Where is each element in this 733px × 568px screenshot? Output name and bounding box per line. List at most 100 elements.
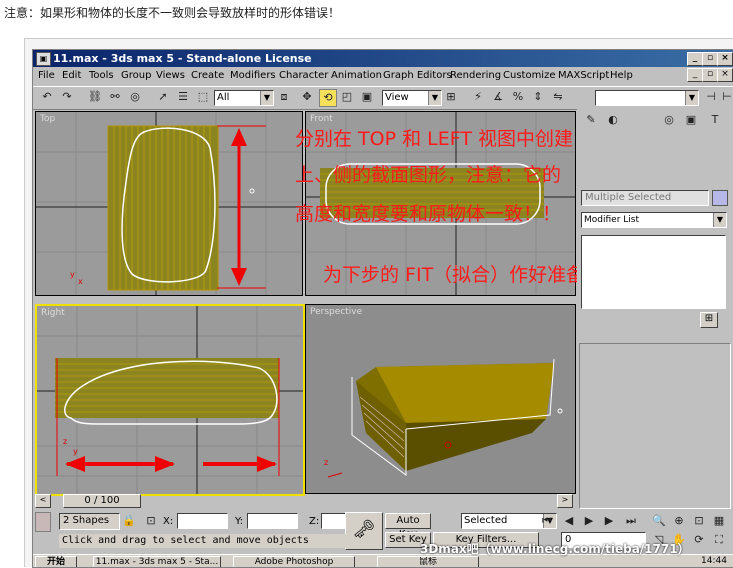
menu-rendering[interactable]: Rendering <box>450 70 501 81</box>
viewport-right[interactable]: z y Right <box>35 304 305 496</box>
modifier-list-label: Modifier List <box>584 215 639 225</box>
x-coord-field[interactable] <box>177 513 228 529</box>
redo-icon[interactable]: ↷ <box>59 89 75 105</box>
reference-coord-dropdown[interactable]: View ▼ <box>382 90 442 106</box>
minimize-button[interactable]: _ <box>687 52 703 66</box>
menu-create[interactable]: Create <box>191 70 224 81</box>
lock-icon[interactable]: 🔒 <box>121 513 137 529</box>
y-coord-field[interactable] <box>247 513 298 529</box>
bind-space-warp-icon[interactable]: ◎ <box>127 89 143 105</box>
region-select-icon[interactable]: ⬚ <box>195 89 211 105</box>
menu-views[interactable]: Views <box>156 70 185 81</box>
right-viewport-canvas: z y <box>37 306 303 494</box>
x-label: X: <box>163 516 174 527</box>
viewport-label-top[interactable]: Top <box>40 114 55 124</box>
menu-graph-editors[interactable]: Graph Editors <box>383 70 452 81</box>
rollout-area <box>579 343 731 509</box>
link-icon[interactable]: ⛓ <box>87 89 103 105</box>
mirror-icon[interactable]: ⇋ <box>550 89 566 105</box>
3ds-max-icon[interactable]: ▣ <box>36 52 51 66</box>
angle-snap-icon[interactable]: ∡ <box>490 89 506 105</box>
undo-icon[interactable]: ↶ <box>39 89 55 105</box>
chevron-down-icon: ▼ <box>685 91 698 105</box>
menu-maxscript[interactable]: MAXScript <box>558 70 609 81</box>
time-slider[interactable]: 0 / 100 <box>63 494 141 508</box>
unlink-icon[interactable]: ⚯ <box>107 89 123 105</box>
window-crossing-icon[interactable]: ⧈ <box>276 89 292 105</box>
title-bar[interactable]: ▣ 11.max - 3ds max 5 - Stand-alone Licen… <box>33 50 733 67</box>
go-to-start-icon[interactable]: ⏮ <box>539 513 555 529</box>
start-button[interactable]: 开始 <box>35 556 77 567</box>
maximize-button[interactable]: ▫ <box>702 52 718 66</box>
viewport-label-perspective[interactable]: Perspective <box>310 307 362 317</box>
chevron-down-icon: ▼ <box>260 91 273 105</box>
select-scale-icon[interactable]: ◰ <box>339 89 355 105</box>
play-icon[interactable]: ▶ <box>581 513 597 529</box>
command-panel: ✎ ◐ ◎ ▣ T Multiple Selected Modifier Lis… <box>577 109 733 509</box>
zoom-extents-icon[interactable]: ⊡ <box>691 513 707 529</box>
previous-frame-icon[interactable]: ◀ <box>561 513 577 529</box>
named-selection-dropdown[interactable]: ▼ <box>595 90 699 106</box>
taskbar-item-photoshop[interactable]: Adobe Photoshop <box>233 556 355 567</box>
zoom-all-icon[interactable]: ⊕ <box>671 513 687 529</box>
select-move-icon[interactable]: ✥ <box>299 89 315 105</box>
selection-filter-dropdown[interactable]: All ▼ <box>214 90 274 106</box>
absolute-mode-icon[interactable]: ⊡ <box>143 513 159 529</box>
svg-text:x: x <box>78 277 83 286</box>
chevron-down-icon: ▼ <box>713 213 726 227</box>
taskbar-item-3dsmax[interactable]: 11.max - 3ds max 5 - Sta... <box>93 556 221 567</box>
status-prompt: Click and drag to select and move object… <box>59 534 354 548</box>
uniform-scale-icon[interactable]: ▣ <box>359 89 375 105</box>
zoom-icon[interactable]: 🔍 <box>651 513 667 529</box>
zoom-extents-all-icon[interactable]: ▦ <box>711 513 727 529</box>
pivot-center-icon[interactable]: ⊞ <box>443 89 459 105</box>
menu-modifiers[interactable]: Modifiers <box>230 70 276 81</box>
configure-modifier-sets-button[interactable]: ⊞ <box>700 312 718 328</box>
menu-character[interactable]: Character <box>279 70 328 81</box>
auto-key-button[interactable]: Auto Key <box>385 513 431 540</box>
timeline-prev-button[interactable]: < <box>35 494 51 508</box>
snap-toggle-icon[interactable]: ⚡ <box>470 89 486 105</box>
modifier-stack[interactable] <box>581 235 726 309</box>
selection-filter-value: All <box>217 92 230 103</box>
menu-group[interactable]: Group <box>121 70 151 81</box>
go-to-end-icon[interactable]: ⏭ <box>623 513 639 529</box>
menu-edit[interactable]: Edit <box>62 70 81 81</box>
arc-rotate-icon[interactable]: ⟳ <box>691 532 707 548</box>
selection-name-field[interactable]: Multiple Selected <box>581 190 709 206</box>
selection-count-field: 2 Shapes <box>59 513 120 530</box>
modifier-list-dropdown[interactable]: Modifier List ▼ <box>581 212 727 228</box>
menu-help[interactable]: Help <box>610 70 633 81</box>
main-toolbar: ↶ ↷ ⛓ ⚯ ◎ ➚ ☰ ⬚ All ▼ ⧈ ✥ ⟲ ◰ ▣ View ▼ ⊞ ⚡… <box>33 86 733 110</box>
menu-file[interactable]: File <box>38 70 55 81</box>
max-listener-swatch[interactable] <box>35 512 51 532</box>
create-tab-icon[interactable]: ✎ <box>583 112 599 128</box>
utilities-tab-icon[interactable]: T <box>707 112 723 128</box>
doc-restore-button[interactable]: ▫ <box>702 68 718 82</box>
object-color-swatch[interactable] <box>712 190 728 206</box>
next-frame-icon[interactable]: ▶ <box>601 513 617 529</box>
viewport-label-front[interactable]: Front <box>310 114 333 124</box>
percent-snap-icon[interactable]: % <box>510 89 526 105</box>
align-icon[interactable]: ⊣ <box>703 89 719 105</box>
menu-customize[interactable]: Customize <box>503 70 556 81</box>
timeline-next-button[interactable]: > <box>557 494 573 508</box>
doc-minimize-button[interactable]: _ <box>687 68 703 82</box>
menu-animation[interactable]: Animation <box>331 70 382 81</box>
doc-close-button[interactable]: × <box>717 68 733 82</box>
motion-tab-icon[interactable]: ◎ <box>661 112 677 128</box>
viewport-top[interactable]: y x Top <box>35 111 303 296</box>
select-rotate-icon[interactable]: ⟲ <box>319 89 337 107</box>
menu-tools[interactable]: Tools <box>89 70 114 81</box>
track-view-icon[interactable]: ⊢ <box>719 89 733 105</box>
modify-tab-icon[interactable]: ◐ <box>605 112 621 128</box>
viewport-perspective[interactable]: z Perspective <box>305 304 576 494</box>
taskbar-item-mouse[interactable]: 鼠标 <box>377 556 479 567</box>
viewport-label-right[interactable]: Right <box>41 308 65 318</box>
display-tab-icon[interactable]: ▣ <box>683 112 699 128</box>
spinner-snap-icon[interactable]: ⇕ <box>530 89 546 105</box>
maximize-viewport-icon[interactable]: ⛶ <box>711 532 727 548</box>
close-button[interactable]: × <box>717 52 733 66</box>
select-by-name-icon[interactable]: ☰ <box>175 89 191 105</box>
select-icon[interactable]: ➚ <box>155 89 171 105</box>
